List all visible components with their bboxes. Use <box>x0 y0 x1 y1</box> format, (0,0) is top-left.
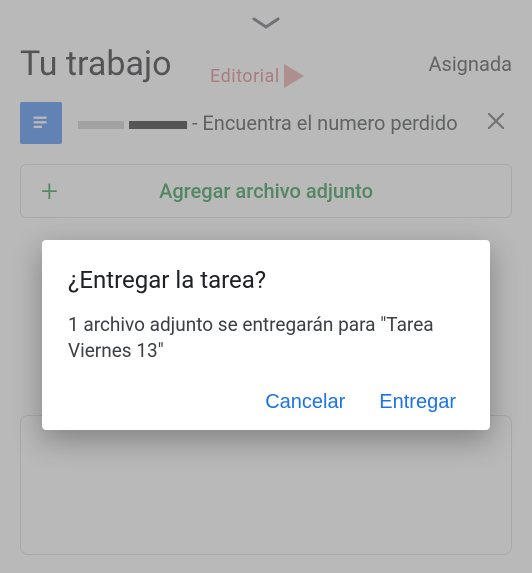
dialog-actions: Cancelar Entregar <box>68 391 464 414</box>
dialog-title: ¿Entregar la tarea? <box>68 266 464 294</box>
cancel-button[interactable]: Cancelar <box>265 391 345 414</box>
submit-dialog: ¿Entregar la tarea? 1 archivo adjunto se… <box>42 240 490 430</box>
submit-button[interactable]: Entregar <box>379 391 456 414</box>
dialog-message: 1 archivo adjunto se entregarán para "Ta… <box>68 312 464 363</box>
